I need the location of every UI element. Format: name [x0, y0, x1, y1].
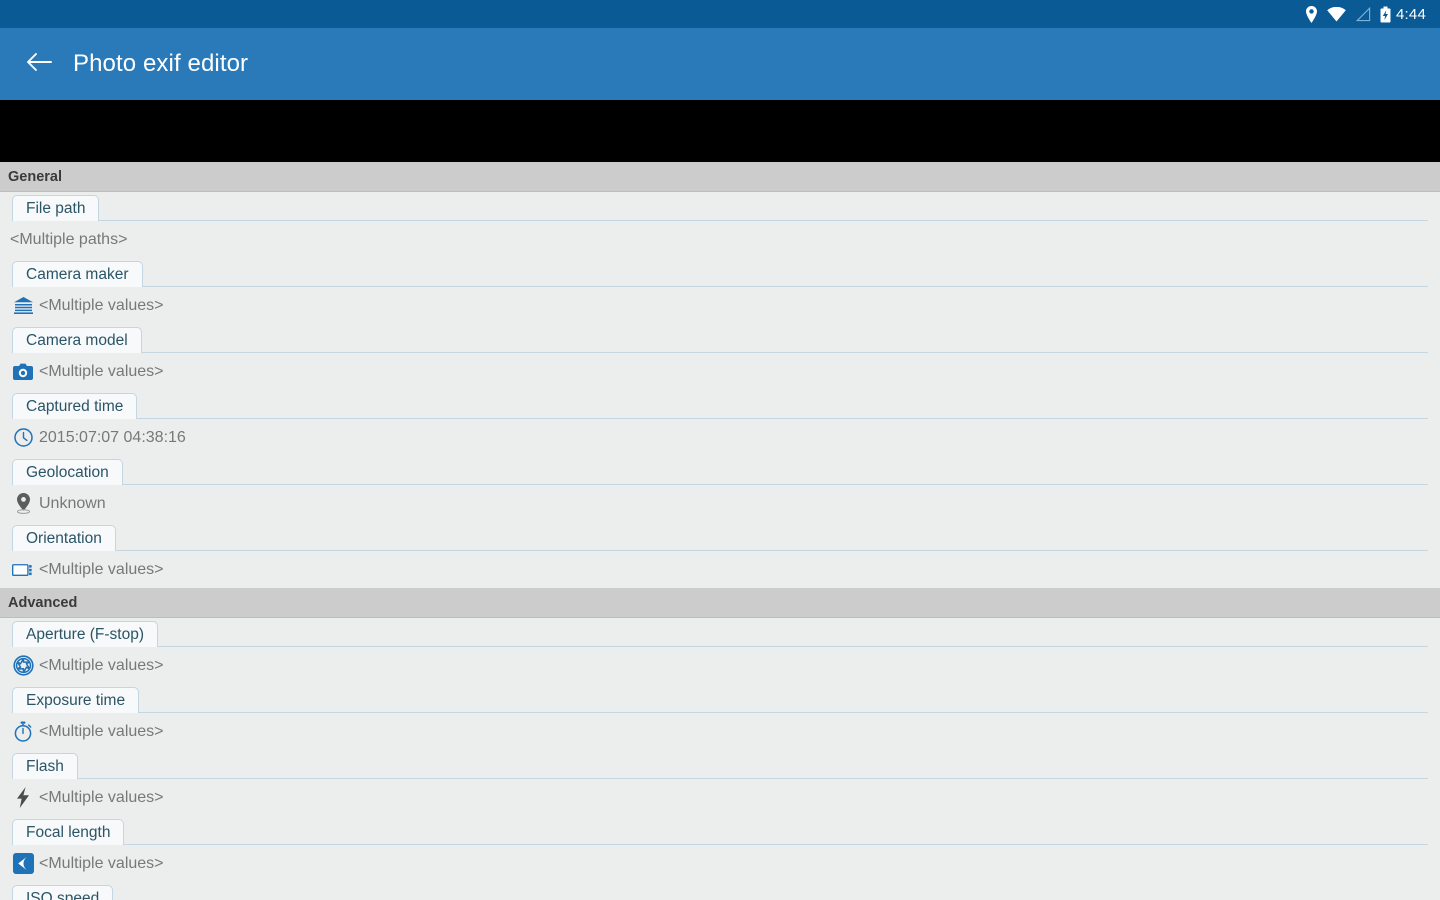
field-label-row: Focal length [12, 816, 1440, 845]
exif-field-exposure-time[interactable]: Exposure time <Multiple values> [0, 684, 1440, 750]
field-value: 2015:07:07 04:38:16 [39, 428, 186, 446]
exif-field-aperture-f-stop[interactable]: Aperture (F-stop) <Multiple values> [0, 618, 1440, 684]
field-label-chip: Aperture (F-stop) [12, 621, 159, 647]
exif-field-captured-time[interactable]: Captured time 2015:07:07 04:38:16 [0, 390, 1440, 456]
field-label-chip: Orientation [12, 525, 116, 551]
field-divider [12, 352, 1428, 353]
field-value-row[interactable]: Unknown [12, 485, 1440, 522]
field-label-chip: Captured time [12, 393, 138, 419]
field-divider [12, 778, 1428, 779]
exif-field-focal-length[interactable]: Focal length <Multiple values> [0, 816, 1440, 882]
field-value: <Multiple values> [39, 560, 164, 578]
section-header-label: Advanced [8, 594, 78, 611]
field-label-row: Aperture (F-stop) [12, 618, 1440, 647]
status-bar: 4:44 [0, 0, 1440, 28]
aperture-icon [12, 655, 34, 677]
status-bar-icons [1305, 5, 1391, 23]
field-value-row[interactable]: <Multiple values> [12, 353, 1440, 390]
field-value: Unknown [39, 494, 106, 512]
field-value-row[interactable]: <Multiple values> [12, 779, 1440, 816]
exif-field-iso-speed[interactable]: ISO speed [0, 882, 1440, 900]
flash-icon [12, 787, 34, 809]
battery-charging-icon [1380, 6, 1391, 23]
field-label-chip: Geolocation [12, 459, 123, 485]
field-label-chip: Flash [12, 753, 78, 779]
back-button[interactable] [24, 49, 54, 79]
field-value: <Multiple values> [39, 296, 164, 314]
page-title: Photo exif editor [73, 50, 249, 77]
field-value-row[interactable]: 2015:07:07 04:38:16 [12, 419, 1440, 456]
field-divider [12, 220, 1428, 221]
field-value: <Multiple values> [39, 788, 164, 806]
field-value: <Multiple values> [39, 362, 164, 380]
field-value-row[interactable]: <Multiple paths> [10, 221, 1440, 258]
field-value: <Multiple values> [39, 854, 164, 872]
field-divider [12, 646, 1428, 647]
section-header-label: General [8, 168, 62, 185]
field-value: <Multiple values> [39, 722, 164, 740]
field-label-chip: Focal length [12, 819, 125, 845]
field-label-row: Captured time [12, 390, 1440, 419]
section-header-general: General [0, 162, 1440, 192]
field-label-chip: Camera model [12, 327, 142, 353]
field-label-chip: ISO speed [12, 885, 114, 900]
field-label-row: Orientation [12, 522, 1440, 551]
app-bar: Photo exif editor [0, 28, 1440, 100]
exif-field-orientation[interactable]: Orientation <Multiple values> [0, 522, 1440, 588]
exif-field-list: General File path <Multiple paths> Camera m… [0, 162, 1440, 900]
exif-field-geolocation[interactable]: Geolocation Unknown [0, 456, 1440, 522]
field-divider [12, 286, 1428, 287]
field-label-row: Exposure time [12, 684, 1440, 713]
field-label-row: Geolocation [12, 456, 1440, 485]
field-label-row: Camera maker [12, 258, 1440, 287]
field-divider [12, 484, 1428, 485]
map-pin-icon [12, 493, 34, 515]
cell-signal-icon [1355, 6, 1371, 22]
exif-field-file-path[interactable]: File path <Multiple paths> [0, 192, 1440, 258]
field-value-row[interactable]: <Multiple values> [12, 713, 1440, 750]
section-header-advanced: Advanced [0, 588, 1440, 618]
focal-length-icon [12, 853, 34, 875]
field-value-row[interactable]: <Multiple values> [12, 551, 1440, 588]
location-pin-icon [1305, 5, 1318, 23]
field-label-chip: File path [12, 195, 100, 221]
factory-icon [12, 295, 34, 317]
photo-preview[interactable] [0, 100, 1440, 162]
orientation-icon [12, 559, 34, 581]
field-value: <Multiple paths> [10, 230, 128, 248]
field-value-row[interactable]: <Multiple values> [12, 845, 1440, 882]
clock-icon [12, 427, 34, 449]
field-label-row: Flash [12, 750, 1440, 779]
arrow-back-icon [26, 52, 52, 77]
camera-icon [12, 361, 34, 383]
field-divider [12, 418, 1428, 419]
field-value-row[interactable]: <Multiple values> [12, 287, 1440, 324]
field-label-chip: Exposure time [12, 687, 140, 713]
exif-field-camera-maker[interactable]: Camera maker <Multiple values> [0, 258, 1440, 324]
exif-field-flash[interactable]: Flash <Multiple values> [0, 750, 1440, 816]
status-bar-clock: 4:44 [1396, 5, 1426, 23]
exif-field-camera-model[interactable]: Camera model <Multiple values> [0, 324, 1440, 390]
field-label-row: Camera model [12, 324, 1440, 353]
field-divider [12, 712, 1428, 713]
field-value-row[interactable]: <Multiple values> [12, 647, 1440, 684]
field-label-chip: Camera maker [12, 261, 143, 287]
field-divider [12, 844, 1428, 845]
wifi-icon [1327, 6, 1346, 22]
field-value: <Multiple values> [39, 656, 164, 674]
stopwatch-icon [12, 721, 34, 743]
field-label-row: ISO speed [12, 882, 1440, 900]
field-label-row: File path [12, 192, 1440, 221]
field-divider [12, 550, 1428, 551]
